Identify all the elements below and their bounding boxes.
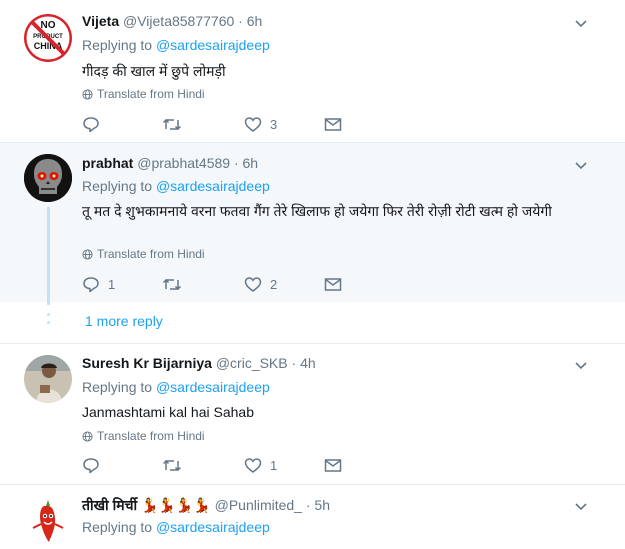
globe-icon	[82, 248, 93, 260]
tweet[interactable]: तीखी मिर्ची 💃💃💃💃 @Punlimited_ · 5h Reply…	[0, 486, 625, 542]
retweet-icon	[162, 459, 182, 472]
reply-icon	[83, 277, 99, 293]
username[interactable]: @Punlimited_	[215, 497, 302, 513]
avatar[interactable]: NO PRODUCT CHINA	[24, 14, 72, 62]
avatar[interactable]	[24, 496, 72, 544]
direct-message-button[interactable]	[324, 457, 342, 474]
reply-button[interactable]: 1	[82, 276, 115, 293]
chevron-down-icon[interactable]	[573, 15, 589, 31]
retweet-button[interactable]	[162, 276, 190, 293]
thread-dot	[47, 321, 50, 324]
username[interactable]: @Vijeta85877760	[123, 13, 234, 29]
retweet-button[interactable]	[162, 457, 190, 474]
more-replies-row[interactable]: 1 more reply	[0, 302, 625, 344]
timestamp[interactable]: · 6h	[238, 13, 262, 29]
translate-link[interactable]: Translate from Hindi	[82, 429, 205, 443]
retweet-button[interactable]	[162, 116, 190, 133]
like-button[interactable]: 3	[244, 116, 277, 133]
globe-icon	[82, 88, 93, 100]
display-name[interactable]: Vijeta	[82, 13, 119, 29]
avatar[interactable]	[24, 355, 72, 403]
timestamp[interactable]: · 6h	[234, 155, 258, 171]
tweet-text: Janmashtami kal hai Sahab	[82, 404, 254, 420]
chevron-down-icon[interactable]	[573, 498, 589, 514]
tweet-header: Vijeta @Vijeta85877760 · 6h	[82, 13, 262, 29]
reply-icon	[83, 117, 99, 133]
thread-line	[47, 207, 50, 305]
reply-button[interactable]	[82, 457, 108, 474]
like-button[interactable]: 1	[244, 457, 277, 474]
globe-icon	[82, 430, 93, 442]
retweet-icon	[162, 278, 182, 291]
tweet-text: तू मत दे शुभकामनाये वरना फतवा गैंग तेरे …	[82, 203, 552, 219]
heart-icon	[244, 117, 262, 132]
mention-link[interactable]: @sardesairajdeep	[156, 519, 270, 535]
translate-link[interactable]: Translate from Hindi	[82, 87, 205, 101]
tweet-header: तीखी मिर्ची 💃💃💃💃 @Punlimited_ · 5h	[82, 496, 330, 515]
replying-to: Replying to @sardesairajdeep	[82, 379, 270, 395]
thread-dot	[47, 313, 50, 316]
timestamp[interactable]: · 5h	[306, 497, 330, 513]
mention-link[interactable]: @sardesairajdeep	[156, 178, 270, 194]
translate-link[interactable]: Translate from Hindi	[82, 247, 205, 261]
reply-icon	[83, 458, 99, 474]
chevron-down-icon[interactable]	[573, 157, 589, 173]
display-name[interactable]: prabhat	[82, 155, 133, 171]
avatar[interactable]	[24, 154, 72, 202]
heart-icon	[244, 458, 262, 473]
envelope-icon	[324, 278, 342, 291]
tweet[interactable]: Suresh Kr Bijarniya @cric_SKB · 4h Reply…	[0, 344, 625, 485]
direct-message-button[interactable]	[324, 276, 342, 293]
mention-link[interactable]: @sardesairajdeep	[156, 37, 270, 53]
tweet[interactable]: prabhat @prabhat4589 · 6h Replying to @s…	[0, 143, 625, 302]
display-name[interactable]: तीखी मिर्ची	[82, 497, 137, 513]
envelope-icon	[324, 459, 342, 472]
dancer-emoji-icon: 💃💃💃💃	[140, 497, 211, 513]
reply-button[interactable]	[82, 116, 108, 133]
username[interactable]: @cric_SKB	[216, 355, 288, 371]
tweet-actions: 1	[82, 457, 382, 477]
username[interactable]: @prabhat4589	[137, 155, 230, 171]
svg-text:NO: NO	[41, 20, 56, 31]
more-replies-link[interactable]: 1 more reply	[85, 313, 163, 329]
tweet-actions: 3	[82, 116, 382, 136]
tweet[interactable]: NO PRODUCT CHINA Vijeta @Vijeta85877760 …	[0, 0, 625, 143]
replying-to: Replying to @sardesairajdeep	[82, 37, 270, 53]
tweet-text: गीदड़ की खाल में छुपे लोमड़ी	[82, 63, 226, 79]
tweet-actions: 1 2	[82, 276, 382, 296]
timestamp[interactable]: · 4h	[292, 355, 316, 371]
heart-icon	[244, 277, 262, 292]
display-name[interactable]: Suresh Kr Bijarniya	[82, 355, 212, 371]
retweet-icon	[162, 118, 182, 131]
tweet-header: prabhat @prabhat4589 · 6h	[82, 155, 258, 171]
chevron-down-icon[interactable]	[573, 357, 589, 373]
envelope-icon	[324, 118, 342, 131]
like-button[interactable]: 2	[244, 276, 277, 293]
direct-message-button[interactable]	[324, 116, 342, 133]
replying-to: Replying to @sardesairajdeep	[82, 519, 270, 535]
mention-link[interactable]: @sardesairajdeep	[156, 379, 270, 395]
replying-to: Replying to @sardesairajdeep	[82, 178, 270, 194]
tweet-header: Suresh Kr Bijarniya @cric_SKB · 4h	[82, 355, 316, 371]
